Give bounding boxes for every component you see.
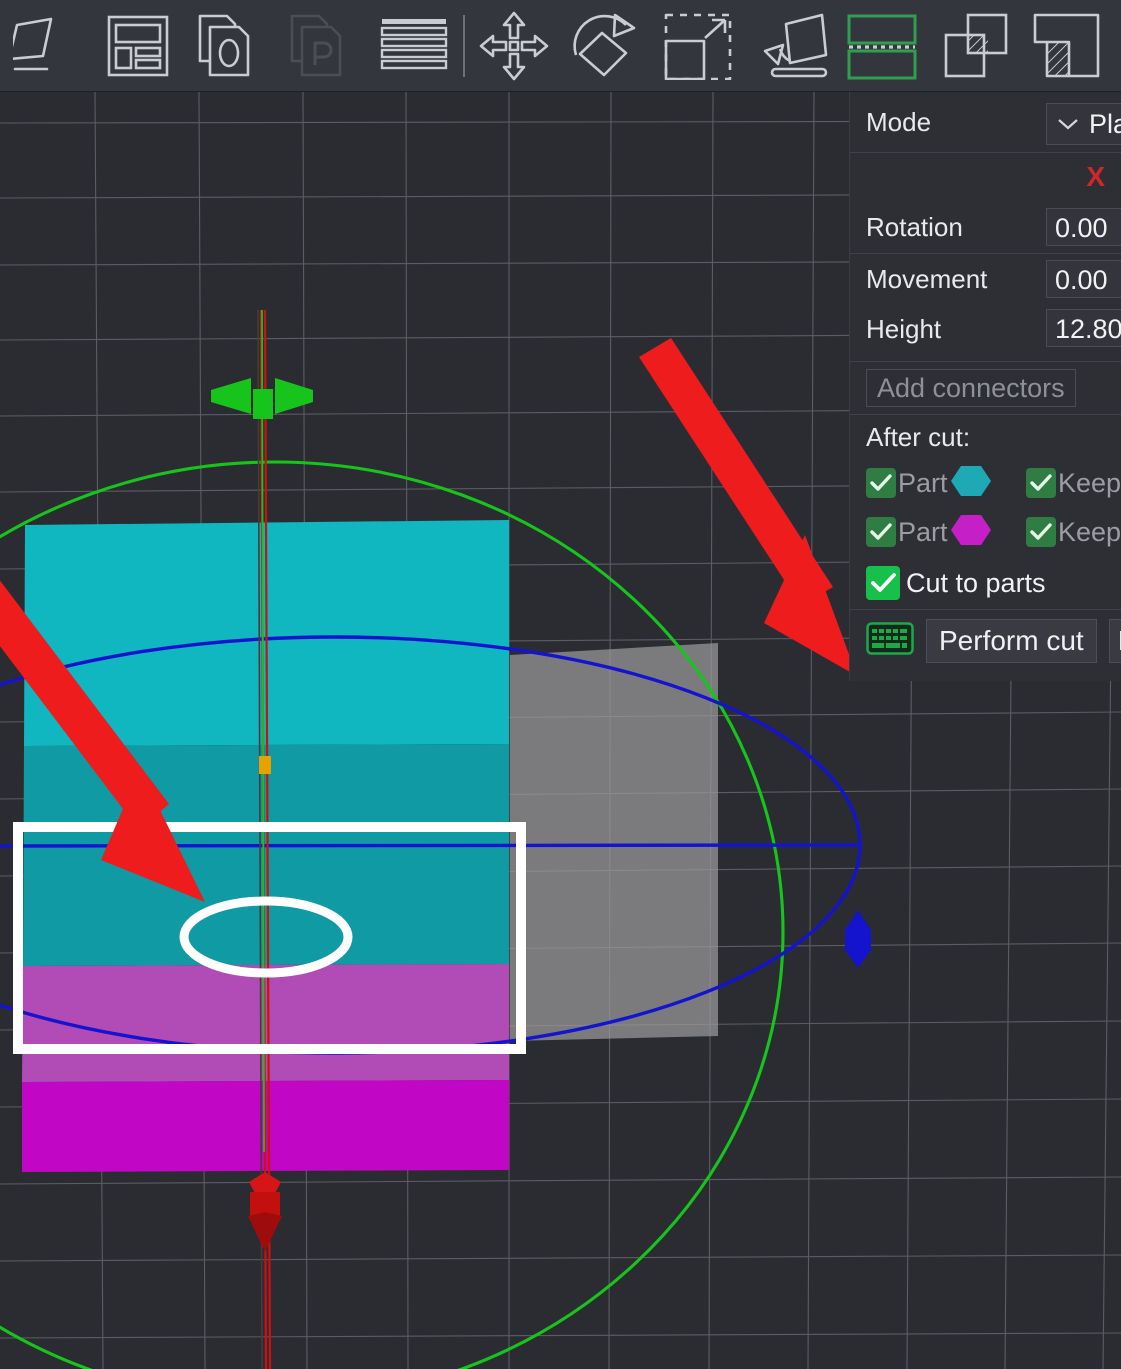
reset-x-button[interactable]: X	[1086, 163, 1105, 191]
main-toolbar	[0, 0, 1121, 92]
cut-to-parts-label: Cut to parts	[906, 567, 1046, 598]
movement-row: Movement 0.00	[850, 254, 1121, 304]
keep-2-checkbox[interactable]: Keep	[1026, 517, 1121, 548]
part-mid-teal	[23, 744, 509, 966]
callout-arrow-to-cut-to-parts	[639, 338, 857, 676]
cut-to-parts-row: Cut to parts	[850, 557, 1121, 609]
height-label: Height	[866, 313, 942, 344]
mode-label: Mode	[866, 106, 932, 137]
keyboard-icon[interactable]	[866, 622, 914, 660]
part-1-checkbox[interactable]: Part	[866, 464, 992, 503]
height-row: Height 12.80	[850, 304, 1121, 354]
add-connectors-button[interactable]: Add connectors	[866, 369, 1076, 407]
list-lines-icon[interactable]	[368, 0, 460, 92]
part-1-color-swatch	[950, 464, 992, 503]
height-input[interactable]: 12.80	[1046, 309, 1121, 347]
move-icon[interactable]	[468, 0, 560, 92]
direction-down-gizmo	[248, 1172, 282, 1252]
boolean-subtract-icon[interactable]	[1020, 0, 1112, 92]
layout-panels-icon[interactable]	[92, 0, 184, 92]
toolbar-separator	[463, 14, 465, 77]
cut-plane	[510, 643, 718, 1041]
panel-footer: Perform cut R	[850, 610, 1121, 672]
chevron-down-icon	[1058, 119, 1078, 130]
scale-icon[interactable]	[652, 0, 744, 92]
movement-label: Movement	[866, 263, 988, 294]
movement-input[interactable]: 0.00	[1046, 260, 1121, 298]
after-cut-title: After cut:	[866, 421, 971, 452]
checkbox-checked-icon	[866, 566, 900, 600]
secondary-action-button[interactable]: R	[1108, 619, 1121, 663]
cut-tool-panel[interactable]: Mode Pla X Rotation 0.00 Movement 0.00 H…	[849, 92, 1121, 681]
cut-to-parts-checkbox[interactable]: Cut to parts	[866, 566, 1046, 600]
checkbox-checked-icon	[1026, 468, 1056, 498]
rotate-icon[interactable]	[560, 0, 652, 92]
add-connectors-row: Add connectors	[850, 362, 1121, 414]
checkbox-checked-icon	[1026, 517, 1056, 547]
cut-icon[interactable]	[836, 0, 928, 92]
after-cut-row-2: Part Keep	[850, 507, 1121, 557]
copy-part-icon[interactable]	[276, 0, 368, 92]
checkbox-checked-icon	[866, 517, 896, 547]
place-on-face-icon[interactable]	[744, 0, 836, 92]
perform-cut-button[interactable]: Perform cut	[926, 619, 1097, 663]
reset-row: X	[850, 153, 1121, 201]
tilt-plate-icon[interactable]	[0, 0, 92, 92]
checkbox-checked-icon	[866, 468, 896, 498]
part-2-color-swatch	[950, 513, 992, 552]
keep-1-label: Keep	[1058, 467, 1121, 498]
rotation-row: Rotation 0.00	[850, 201, 1121, 253]
after-cut-row-1: Part Keep	[850, 459, 1121, 507]
mode-row: Mode Pla	[850, 92, 1121, 152]
selection-marker	[259, 756, 271, 774]
part-2-checkbox[interactable]: Part	[866, 513, 992, 552]
part-1-label: Part	[898, 467, 948, 498]
boolean-intersect-icon[interactable]	[928, 0, 1020, 92]
part-2-label: Part	[898, 516, 948, 547]
mode-value: Pla	[1089, 108, 1121, 139]
keep-1-checkbox[interactable]: Keep	[1026, 468, 1121, 499]
rotation-input[interactable]: 0.00	[1046, 208, 1121, 246]
plane-drag-handle	[845, 910, 871, 968]
keep-2-label: Keep	[1058, 516, 1121, 547]
copy-object-icon[interactable]	[184, 0, 276, 92]
mode-select[interactable]: Pla	[1046, 103, 1121, 145]
after-cut-title-row: After cut:	[850, 415, 1121, 459]
rotation-label: Rotation	[866, 211, 963, 242]
